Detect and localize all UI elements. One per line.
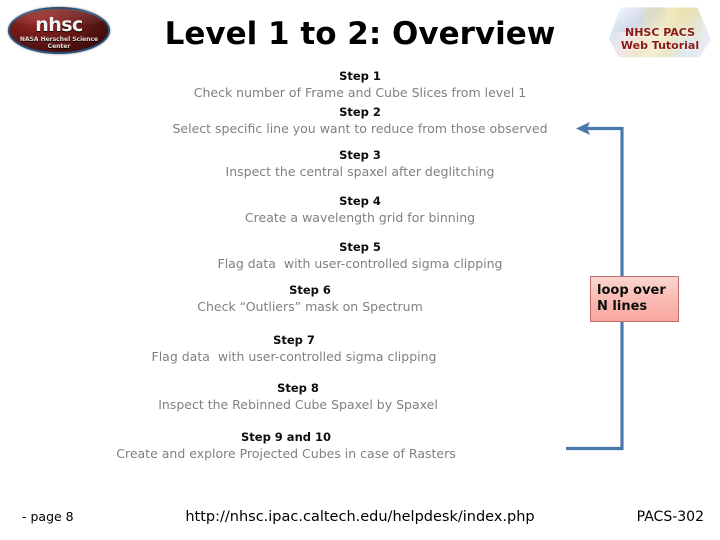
footer-document-code: PACS-302 xyxy=(636,509,704,525)
step-block-6: Step 6 Check “Outliers” mask on Spectrum xyxy=(100,283,520,315)
step-1-description: Check number of Frame and Cube Slices fr… xyxy=(193,85,527,100)
step-block-8: Step 8 Inspect the Rebinned Cube Spaxel … xyxy=(88,381,508,413)
step-block-9: Step 9 and 10 Create and explore Project… xyxy=(76,430,496,462)
step-1-heading: Step 1 xyxy=(339,69,381,83)
step-6-description: Check “Outliers” mask on Spectrum xyxy=(197,299,423,314)
slide-canvas: nhsc NASA Herschel Science Center NHSC P… xyxy=(0,0,720,540)
step-6-heading: Step 6 xyxy=(289,283,331,297)
step-3-description: Inspect the central spaxel after deglitc… xyxy=(225,164,495,179)
step-7-description: Flag data with user-controlled sigma cli… xyxy=(151,349,437,364)
step-9-heading: Step 9 and 10 xyxy=(240,430,331,444)
footer-page-number: - page 8 xyxy=(22,509,74,524)
step-block-4: Step 4 Create a wavelength grid for binn… xyxy=(120,194,600,226)
step-block-3: Step 3 Inspect the central spaxel after … xyxy=(120,148,600,180)
step-block-5: Step 5 Flag data with user-controlled si… xyxy=(120,240,600,272)
step-7-heading: Step 7 xyxy=(273,333,315,347)
step-3-heading: Step 3 xyxy=(339,148,381,162)
step-8-description: Inspect the Rebinned Cube Spaxel by Spax… xyxy=(158,397,438,412)
step-block-7: Step 7 Flag data with user-controlled si… xyxy=(84,333,504,365)
footer-helpdesk-url[interactable]: http://nhsc.ipac.caltech.edu/helpdesk/in… xyxy=(150,508,570,526)
step-5-description: Flag data with user-controlled sigma cli… xyxy=(217,256,503,271)
step-5-heading: Step 5 xyxy=(339,240,381,254)
step-4-description: Create a wavelength grid for binning xyxy=(244,210,476,225)
step-9-description: Create and explore Projected Cubes in ca… xyxy=(116,446,456,461)
step-8-heading: Step 8 xyxy=(277,381,319,395)
step-4-heading: Step 4 xyxy=(339,194,381,208)
steps-list: Step 1 Check number of Frame and Cube Sl… xyxy=(0,0,720,480)
step-2-description: Select specific line you want to reduce … xyxy=(172,121,548,136)
step-2-heading: Step 2 xyxy=(339,105,381,119)
step-block-2: Step 2 Select specific line you want to … xyxy=(120,105,600,137)
step-block-1: Step 1 Check number of Frame and Cube Sl… xyxy=(120,69,600,101)
